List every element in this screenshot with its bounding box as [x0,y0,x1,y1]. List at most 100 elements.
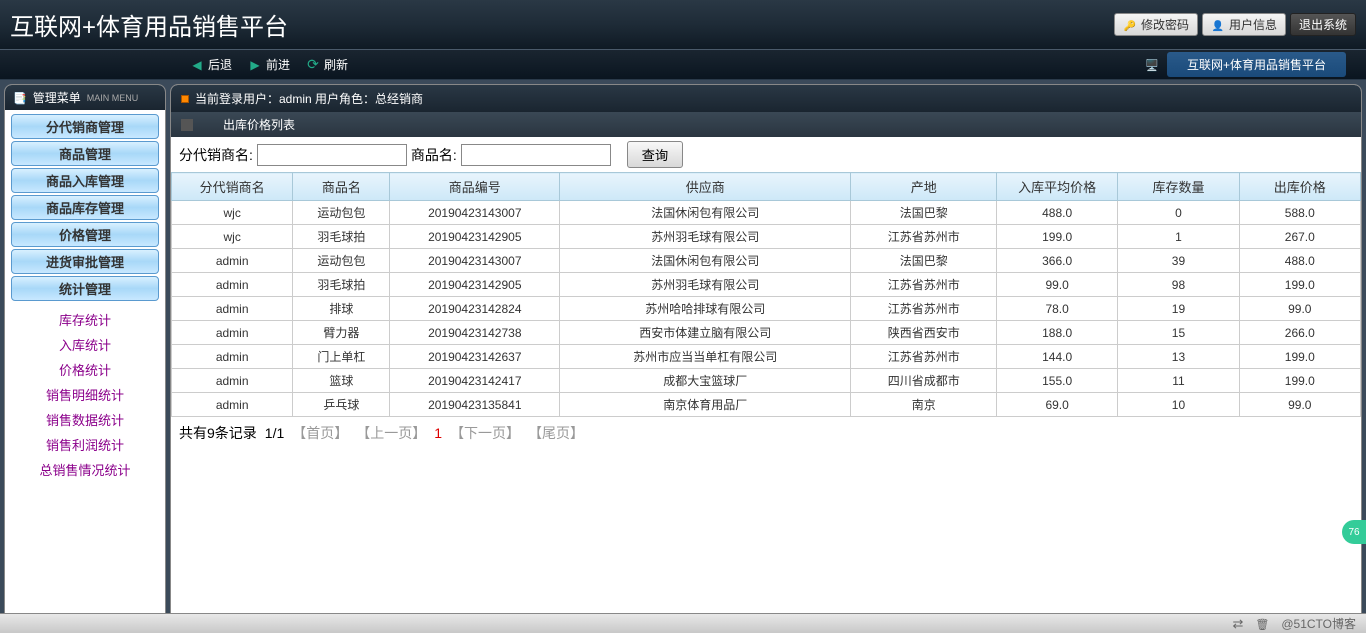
table-cell: 267.0 [1239,225,1360,249]
navbar: 后退 前进 刷新 互联网+体育用品销售平台 [0,50,1366,80]
sub-link-1[interactable]: 入库统计 [7,332,163,357]
table-cell: 11 [1118,369,1239,393]
switch-icon[interactable] [1232,616,1243,632]
table-cell: 0 [1118,201,1239,225]
table-row[interactable]: admin排球20190423142824苏州哈哈排球有限公司江苏省苏州市78.… [172,297,1361,321]
table-cell: 苏州市应当当单杠有限公司 [560,345,851,369]
menu-item-2[interactable]: 商品入库管理 [11,168,159,193]
logout-button[interactable]: 退出系统 [1290,13,1356,36]
table-row[interactable]: admin臂力器20190423142738西安市体建立脑有限公司陕西省西安市1… [172,321,1361,345]
change-password-button[interactable]: 修改密码 [1114,13,1198,36]
menu-item-4[interactable]: 价格管理 [11,222,159,247]
user-info-button[interactable]: 用户信息 [1202,13,1286,36]
trash-icon[interactable] [1255,617,1269,631]
menu-icon [13,91,27,105]
monitor-icon [1145,58,1159,72]
sidebar-subtitle: MAIN MENU [87,93,139,103]
table-cell: 10 [1118,393,1239,417]
table-cell: 羽毛球拍 [293,225,390,249]
table-cell: 运动包包 [293,201,390,225]
menu-item-3[interactable]: 商品库存管理 [11,195,159,220]
table-cell: admin [172,297,293,321]
nav-back-button[interactable]: 后退 [190,56,232,73]
table-cell: 99.0 [1239,297,1360,321]
table-row[interactable]: admin乒乓球20190423135841南京体育用品厂南京69.01099.… [172,393,1361,417]
sub-link-6[interactable]: 总销售情况统计 [7,457,163,482]
next-page-link[interactable]: 【下一页】 [450,423,520,443]
table-cell: 南京体育用品厂 [560,393,851,417]
dealer-name-input[interactable] [257,144,407,166]
notification-badge[interactable]: 76 [1342,520,1366,544]
table-cell: 19 [1118,297,1239,321]
table-header-cell: 出库价格 [1239,173,1360,201]
current-user-label: 当前登录用户：admin 用户角色：总经销商 [195,90,423,107]
table-cell: 法国休闲包有限公司 [560,249,851,273]
user-info-bar: 当前登录用户：admin 用户角色：总经销商 [171,85,1361,112]
table-cell: 20190423143007 [390,201,560,225]
user-icon [1211,18,1225,32]
sidebar: 管理菜单 MAIN MENU 分代销商管理商品管理商品入库管理商品库存管理价格管… [4,84,166,629]
menu-item-0[interactable]: 分代销商管理 [11,114,159,139]
table-row[interactable]: admin门上单杠20190423142637苏州市应当当单杠有限公司江苏省苏州… [172,345,1361,369]
table-cell: 1 [1118,225,1239,249]
table-cell: 15 [1118,321,1239,345]
product-name-input[interactable] [461,144,611,166]
refresh-icon [306,58,320,72]
first-page-link[interactable]: 【首页】 [292,423,348,443]
table-header-cell: 分代销商名 [172,173,293,201]
table-cell: 98 [1118,273,1239,297]
sub-link-3[interactable]: 销售明细统计 [7,382,163,407]
table-cell: admin [172,273,293,297]
table-cell: 20190423142637 [390,345,560,369]
table-cell: 39 [1118,249,1239,273]
table-row[interactable]: admin篮球20190423142417成都大宝篮球厂四川省成都市155.01… [172,369,1361,393]
table-cell: 199.0 [1239,273,1360,297]
arrow-icon [181,119,193,131]
table-cell: 江苏省苏州市 [851,225,997,249]
query-button[interactable]: 查询 [627,141,684,168]
menu-item-5[interactable]: 进货审批管理 [11,249,159,274]
table-row[interactable]: wjc运动包包20190423143007法国休闲包有限公司法国巴黎488.00… [172,201,1361,225]
prev-page-link[interactable]: 【上一页】 [356,423,426,443]
table-cell: 20190423142738 [390,321,560,345]
table-cell: 144.0 [996,345,1117,369]
nav-refresh-button[interactable]: 刷新 [306,56,348,73]
table-cell: 江苏省苏州市 [851,273,997,297]
table-cell: 门上单杠 [293,345,390,369]
table-cell: 13 [1118,345,1239,369]
sub-link-4[interactable]: 销售数据统计 [7,407,163,432]
table-body: wjc运动包包20190423143007法国休闲包有限公司法国巴黎488.00… [172,201,1361,417]
table-cell: 99.0 [996,273,1117,297]
table-row[interactable]: admin运动包包20190423143007法国休闲包有限公司法国巴黎366.… [172,249,1361,273]
content-panel: 当前登录用户：admin 用户角色：总经销商 出库价格列表 分代销商名: 商品名… [170,84,1362,629]
table-cell: 排球 [293,297,390,321]
menu-item-1[interactable]: 商品管理 [11,141,159,166]
table-row[interactable]: wjc羽毛球拍20190423142905苏州羽毛球有限公司江苏省苏州市199.… [172,225,1361,249]
table-cell: 366.0 [996,249,1117,273]
table-cell: 江苏省苏州市 [851,345,997,369]
table-cell: 西安市体建立脑有限公司 [560,321,851,345]
banner-title: 互联网+体育用品销售平台 [0,7,288,42]
watermark: @51CTO博客 [1281,615,1356,632]
table-row[interactable]: admin羽毛球拍20190423142905苏州羽毛球有限公司江苏省苏州市99… [172,273,1361,297]
menu-item-6[interactable]: 统计管理 [11,276,159,301]
content-sub-header: 出库价格列表 [171,112,1361,137]
table-cell: 99.0 [1239,393,1360,417]
sidebar-body: 分代销商管理商品管理商品入库管理商品库存管理价格管理进货审批管理统计管理库存统计… [5,110,165,628]
table-cell: admin [172,321,293,345]
last-page-link[interactable]: 【尾页】 [528,423,584,443]
sub-link-5[interactable]: 销售利润统计 [7,432,163,457]
nav-forward-button[interactable]: 前进 [248,56,290,73]
table-cell: 20190423143007 [390,249,560,273]
record-count: 共有9条记录 [179,423,257,443]
page-title: 出库价格列表 [223,116,295,133]
key-icon [1123,18,1137,32]
dot-icon [181,95,189,103]
table-cell: 江苏省苏州市 [851,297,997,321]
table-cell: 20190423142905 [390,273,560,297]
sub-link-0[interactable]: 库存统计 [7,307,163,332]
table-cell: 运动包包 [293,249,390,273]
table-header-cell: 入库平均价格 [996,173,1117,201]
sub-link-2[interactable]: 价格统计 [7,357,163,382]
table-cell: 陕西省西安市 [851,321,997,345]
